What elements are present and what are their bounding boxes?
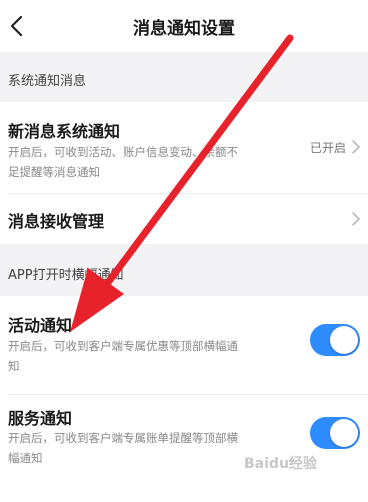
page-title: 消息通知设置: [133, 19, 235, 39]
activity-notice-title: 活动通知: [8, 316, 73, 335]
chevron-right-icon: [352, 140, 361, 154]
new-system-notice-status: 已开启: [309, 141, 346, 155]
row-service-notice: 服务通知 开启后，可收到客户端专属账单提醒等顶部横幅通知: [0, 395, 368, 502]
toggle-knob: [330, 419, 358, 447]
activity-notice-toggle[interactable]: [310, 324, 360, 356]
service-notice-toggle[interactable]: [310, 417, 360, 449]
service-notice-desc: 开启后，可收到客户端专属账单提醒等顶部横幅通知: [8, 431, 238, 465]
section-app-banner: APP打开时横幅通知: [0, 244, 368, 296]
chevron-right-icon: [352, 212, 361, 226]
section-system: 系统通知消息: [0, 52, 368, 102]
toggle-knob: [330, 326, 358, 354]
row-activity-notice: 活动通知 开启后，可收到客户端专属优惠等顶部横幅通知: [0, 296, 368, 394]
receive-management-title: 消息接收管理: [8, 212, 105, 231]
row-new-system-notice[interactable]: 新消息系统通知 开启后，可收到活动、账户信息变动、余额不足提醒等消息通知 已开启: [0, 102, 368, 192]
activity-notice-desc: 开启后，可收到客户端专属优惠等顶部横幅通知: [8, 339, 238, 373]
row-receive-management[interactable]: 消息接收管理: [0, 194, 368, 244]
new-system-notice-title: 新消息系统通知: [8, 122, 121, 141]
watermark: Baidu经验: [244, 456, 317, 472]
section-label-system: 系统通知消息: [8, 74, 87, 89]
section-label-app-banner: APP打开时横幅通知: [8, 268, 124, 283]
nav-bar: 消息通知设置: [0, 0, 368, 52]
settings-card-system: 新消息系统通知 开启后，可收到活动、账户信息变动、余额不足提醒等消息通知 已开启…: [0, 102, 368, 244]
new-system-notice-desc: 开启后，可收到活动、账户信息变动、余额不足提醒等消息通知: [8, 145, 238, 179]
service-notice-title: 服务通知: [8, 409, 73, 428]
